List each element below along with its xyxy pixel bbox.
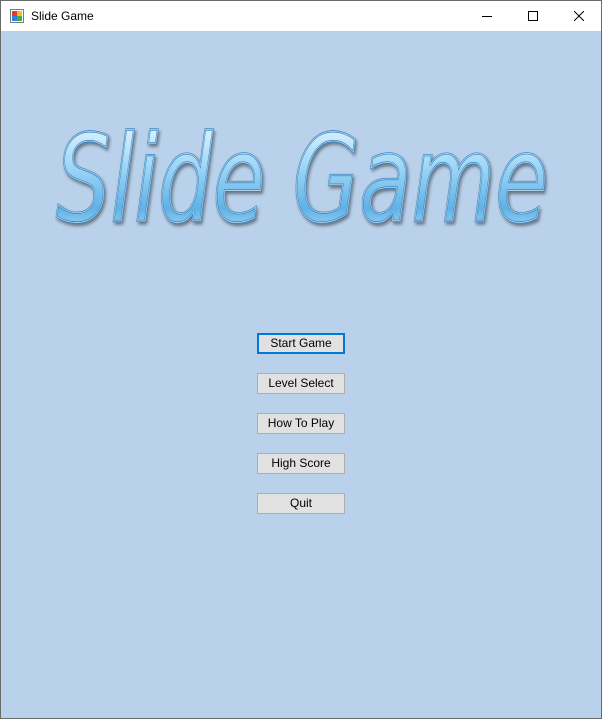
start-game-button[interactable]: Start Game bbox=[257, 333, 345, 354]
quit-button[interactable]: Quit bbox=[257, 493, 345, 514]
game-logo: Slide Game Slide Game bbox=[55, 110, 549, 243]
minimize-button[interactable] bbox=[464, 1, 510, 31]
title-bar[interactable]: Slide Game bbox=[1, 1, 601, 31]
high-score-button[interactable]: High Score bbox=[257, 453, 345, 474]
window-title: Slide Game bbox=[31, 9, 94, 23]
close-button[interactable] bbox=[556, 1, 602, 31]
how-to-play-button[interactable]: How To Play bbox=[257, 413, 345, 434]
app-icon bbox=[10, 9, 24, 23]
minimize-icon bbox=[482, 16, 492, 17]
maximize-button[interactable] bbox=[510, 1, 556, 31]
main-panel: Slide Game Slide Game Start Game Level S… bbox=[1, 31, 601, 718]
game-window: Slide Game Slide Game Slide Game Start G… bbox=[0, 0, 602, 719]
close-icon bbox=[574, 11, 584, 21]
maximize-icon bbox=[528, 11, 538, 21]
logo-highlight: Slide Game bbox=[56, 111, 548, 243]
level-select-button[interactable]: Level Select bbox=[257, 373, 345, 394]
